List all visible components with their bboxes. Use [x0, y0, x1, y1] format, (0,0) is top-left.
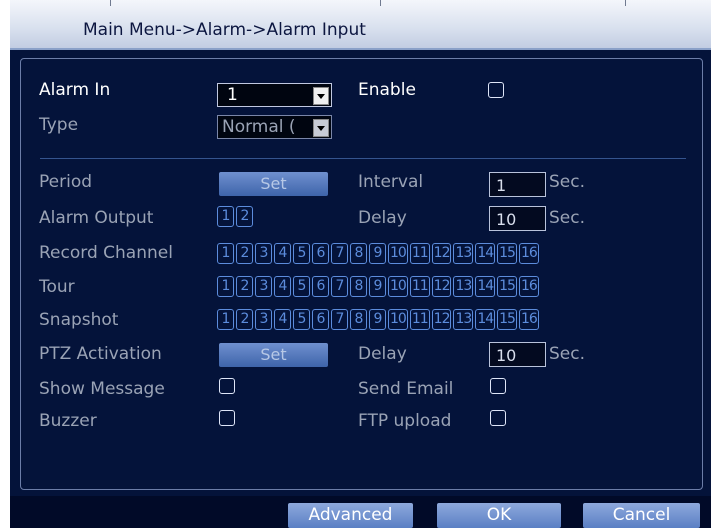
snapshot-channel-button[interactable]: 3: [255, 309, 272, 330]
type-value: Normal (: [222, 117, 296, 137]
snapshot-channel-button[interactable]: 14: [475, 309, 496, 330]
snapshot-channel-button[interactable]: 11: [409, 309, 430, 330]
advanced-button[interactable]: Advanced: [288, 503, 413, 528]
record-channel-button[interactable]: 15: [497, 243, 517, 264]
tour-channel-button[interactable]: 15: [497, 276, 517, 297]
interval-input[interactable]: 1: [489, 172, 546, 197]
tour-channel-button[interactable]: 11: [409, 276, 430, 297]
snapshot-channel-button[interactable]: 1: [217, 309, 234, 330]
period-set-button[interactable]: Set: [219, 172, 328, 196]
delay-label: Delay: [358, 208, 407, 228]
record-channel-button[interactable]: 2: [236, 243, 253, 264]
tour-label: Tour: [39, 277, 75, 297]
record-channel-button[interactable]: 14: [475, 243, 496, 264]
buzzer-checkbox[interactable]: [219, 410, 235, 426]
snapshot-channel-button[interactable]: 7: [331, 309, 348, 330]
snapshot-channel-button[interactable]: 15: [497, 309, 517, 330]
snapshot-channel-button[interactable]: 4: [274, 309, 291, 330]
record-channel-button[interactable]: 5: [293, 243, 310, 264]
tour-channel-button[interactable]: 10: [388, 276, 408, 297]
buzzer-label: Buzzer: [39, 411, 97, 431]
cancel-button[interactable]: Cancel: [583, 503, 700, 528]
tour-channel-button[interactable]: 1: [217, 276, 234, 297]
ptz-delay-unit: Sec.: [549, 344, 586, 364]
snapshot-channel-button[interactable]: 16: [518, 309, 539, 330]
record-channel-button[interactable]: 13: [453, 243, 474, 264]
tour-channel-button[interactable]: 8: [350, 276, 367, 297]
ftp-upload-label: FTP upload: [358, 411, 452, 431]
ptz-activation-label: PTZ Activation: [39, 344, 162, 364]
tour-channel-button[interactable]: 6: [312, 276, 329, 297]
ptz-delay-input[interactable]: 10: [489, 342, 546, 367]
alarm-in-label: Alarm In: [39, 80, 111, 100]
snapshot-channel-button[interactable]: 8: [350, 309, 367, 330]
record-channel-button[interactable]: 7: [331, 243, 348, 264]
ptz-set-button[interactable]: Set: [219, 343, 328, 367]
record-channel-button[interactable]: 9: [369, 243, 386, 264]
tour-channel-button[interactable]: 4: [274, 276, 291, 297]
section-divider: [40, 158, 686, 159]
period-label: Period: [39, 172, 93, 192]
type-select[interactable]: Normal (: [217, 115, 332, 139]
snapshot-channel-button[interactable]: 5: [293, 309, 310, 330]
show-message-checkbox[interactable]: [219, 378, 235, 394]
record-channel-button[interactable]: 8: [350, 243, 367, 264]
snapshot-channel-button[interactable]: 2: [236, 309, 253, 330]
record-channel-button[interactable]: 11: [409, 243, 430, 264]
delay-input[interactable]: 10: [489, 206, 546, 231]
tour-channel-button[interactable]: 9: [369, 276, 386, 297]
tour-channel-button[interactable]: 16: [518, 276, 539, 297]
tour-channel-button[interactable]: 2: [236, 276, 253, 297]
record-channel-button[interactable]: 6: [312, 243, 329, 264]
alarm-output-channel-button[interactable]: 1: [217, 206, 234, 227]
chevron-down-icon[interactable]: [313, 87, 329, 105]
tour-channel-button[interactable]: 3: [255, 276, 272, 297]
enable-checkbox[interactable]: [488, 82, 504, 98]
record-channel-label: Record Channel: [39, 243, 173, 263]
title-bar-tick: [110, 0, 111, 6]
title-bar: Main Menu->Alarm->Alarm Input: [10, 0, 711, 50]
ok-button[interactable]: OK: [437, 503, 561, 528]
show-message-label: Show Message: [39, 379, 165, 399]
snapshot-channel-button[interactable]: 12: [431, 309, 452, 330]
tour-channel-button[interactable]: 5: [293, 276, 310, 297]
snapshot-channel-button[interactable]: 6: [312, 309, 329, 330]
delay-unit: Sec.: [549, 208, 586, 228]
enable-label: Enable: [358, 80, 416, 100]
tour-channel-button[interactable]: 12: [431, 276, 452, 297]
alarm-in-value: 1: [227, 85, 238, 105]
title-bar-tick: [380, 0, 381, 6]
record-channel-button[interactable]: 3: [255, 243, 272, 264]
tour-channel-button[interactable]: 7: [331, 276, 348, 297]
interval-label: Interval: [358, 172, 424, 192]
alarm-output-channels: 1 2: [217, 206, 253, 227]
page-title: Main Menu->Alarm->Alarm Input: [83, 20, 366, 40]
interval-unit: Sec.: [549, 172, 586, 192]
record-channel-row: 1 2 3 4 5 6 7 8 9 10 11 12 13 14 15 16: [217, 243, 539, 264]
ftp-upload-checkbox[interactable]: [490, 410, 506, 426]
snapshot-label: Snapshot: [39, 310, 119, 330]
record-channel-button[interactable]: 10: [388, 243, 408, 264]
alarm-output-channel-button[interactable]: 2: [236, 206, 253, 227]
snapshot-channel-button[interactable]: 13: [453, 309, 474, 330]
record-channel-button[interactable]: 12: [431, 243, 452, 264]
snapshot-row: 1 2 3 4 5 6 7 8 9 10 11 12 13 14 15 16: [217, 309, 539, 330]
alarm-in-select[interactable]: 1: [217, 83, 332, 107]
tour-channel-button[interactable]: 14: [475, 276, 496, 297]
chevron-down-icon[interactable]: [313, 119, 329, 137]
tour-channel-button[interactable]: 13: [453, 276, 474, 297]
snapshot-channel-button[interactable]: 9: [369, 309, 386, 330]
send-email-checkbox[interactable]: [490, 378, 506, 394]
record-channel-button[interactable]: 1: [217, 243, 234, 264]
snapshot-channel-button[interactable]: 10: [388, 309, 408, 330]
type-label: Type: [39, 115, 79, 135]
ptz-delay-label: Delay: [358, 344, 407, 364]
record-channel-button[interactable]: 4: [274, 243, 291, 264]
alarm-output-label: Alarm Output: [39, 208, 154, 228]
tour-row: 1 2 3 4 5 6 7 8 9 10 11 12 13 14 15 16: [217, 276, 539, 297]
title-bar-tick: [625, 0, 626, 6]
record-channel-button[interactable]: 16: [518, 243, 539, 264]
send-email-label: Send Email: [358, 379, 454, 399]
